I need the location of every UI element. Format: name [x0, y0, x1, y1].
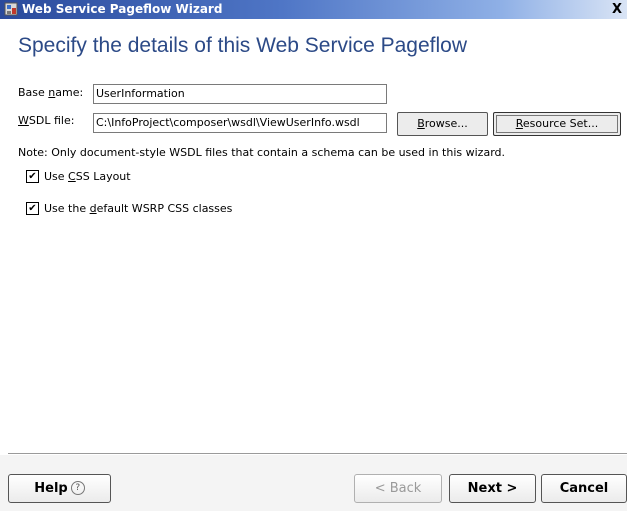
window-title: Web Service Pageflow Wizard: [22, 2, 223, 16]
title-bar[interactable]: Web Service Pageflow Wizard X: [0, 0, 627, 19]
resource-set-label-rest: esource Set...: [522, 117, 599, 130]
next-button[interactable]: Next >: [449, 474, 536, 503]
wsdl-file-label: WSDL file:: [18, 114, 74, 127]
wizard-app-icon: [4, 2, 18, 16]
use-css-layout-option[interactable]: ✔ Use CSS Layout: [26, 169, 131, 186]
help-button[interactable]: Help?: [8, 474, 111, 503]
use-css-layout-suffix: SS Layout: [75, 170, 131, 183]
browse-button[interactable]: Browse...: [397, 112, 488, 136]
help-label: Help: [34, 481, 68, 496]
help-circle-icon: ?: [70, 480, 85, 495]
page-title: Specify the details of this Web Service …: [18, 34, 468, 57]
checkmark-icon: ✔: [28, 202, 37, 214]
wsdl-file-value: C:\InfoProject\composer\wsdl\ViewUserInf…: [96, 116, 360, 129]
checkmark-icon: ✔: [28, 170, 37, 182]
base-name-label-suffix: ame:: [55, 86, 84, 99]
browse-mnemonic: B: [417, 117, 425, 130]
wizard-window: Web Service Pageflow Wizard X Specify th…: [0, 0, 627, 511]
use-default-wsrp-mnemonic: d: [89, 202, 97, 215]
back-button[interactable]: < Back: [354, 474, 442, 503]
cancel-button[interactable]: Cancel: [541, 474, 627, 503]
wsdl-file-label-mnemonic: W: [18, 114, 29, 127]
use-default-wsrp-option[interactable]: ✔ Use the default WSRP CSS classes: [26, 201, 233, 218]
use-default-wsrp-prefix: Use the: [44, 202, 90, 215]
use-default-wsrp-suffix: efault WSRP CSS classes: [96, 202, 233, 215]
resource-set-mnemonic: R: [515, 117, 523, 130]
use-css-layout-checkbox[interactable]: ✔: [26, 169, 39, 183]
close-icon[interactable]: X: [612, 0, 627, 19]
use-css-layout-mnemonic: C: [68, 170, 76, 183]
wsdl-file-label-suffix: SDL file:: [28, 114, 75, 127]
use-default-wsrp-checkbox[interactable]: ✔: [26, 201, 39, 215]
footer-divider: [8, 453, 627, 455]
base-name-input[interactable]: UserInformation: [93, 84, 387, 104]
wsdl-note: Note: Only document-style WSDL files tha…: [18, 146, 506, 159]
base-name-label-prefix: Base: [18, 86, 49, 99]
wsdl-file-input[interactable]: C:\InfoProject\composer\wsdl\ViewUserInf…: [93, 113, 387, 133]
browse-label-rest: rowse...: [424, 117, 468, 130]
resource-set-button[interactable]: Resource Set...: [493, 112, 621, 136]
base-name-label: Base name:: [18, 86, 83, 99]
use-css-layout-prefix: Use: [44, 170, 69, 183]
